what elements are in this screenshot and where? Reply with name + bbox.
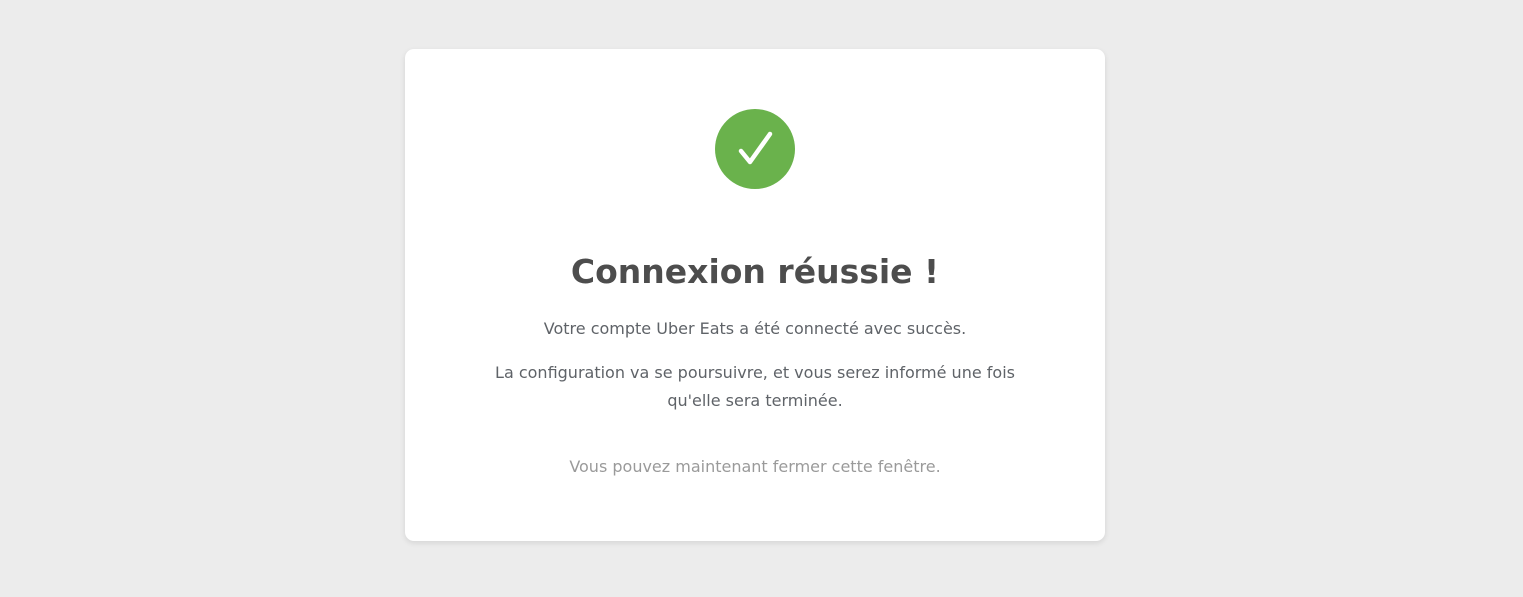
success-badge — [715, 109, 795, 189]
close-window-note: Vous pouvez maintenant fermer cette fenê… — [569, 457, 941, 476]
success-message: Votre compte Uber Eats a été connecté av… — [543, 319, 967, 338]
configuration-message: La configuration va se poursuivre, et vo… — [495, 363, 1015, 410]
check-icon — [738, 131, 773, 165]
success-card: Connexion réussie ! Votre compte Uber Ea… — [405, 49, 1105, 541]
page-title: Connexion réussie ! — [570, 252, 940, 291]
